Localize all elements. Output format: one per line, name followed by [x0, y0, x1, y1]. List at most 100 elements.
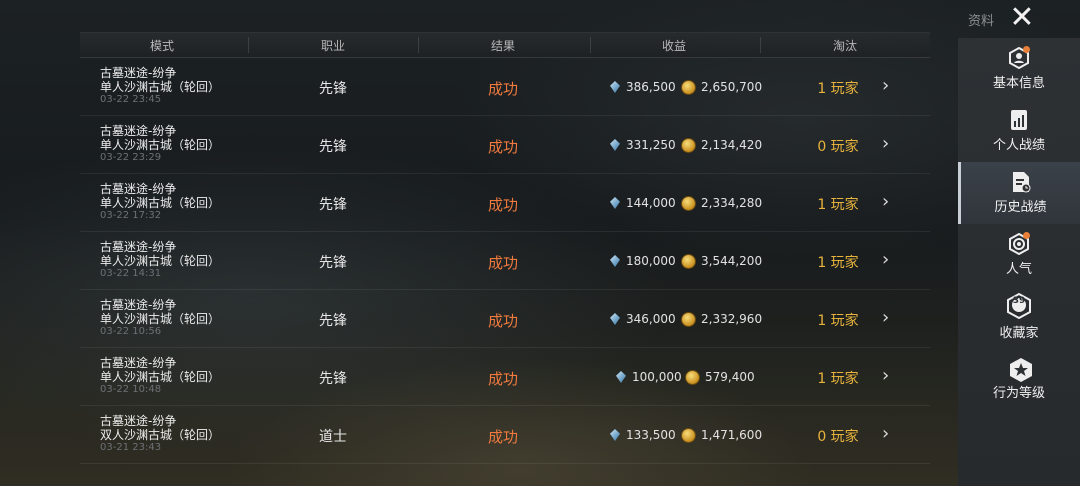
chevron-right-icon[interactable]: ›	[882, 367, 902, 387]
job-cell: 先锋	[319, 313, 347, 329]
gem-icon	[610, 255, 620, 267]
col-earnings: 收益	[661, 39, 687, 53]
sidebar: 基本信息个人战绩 历史战绩人气 39 收藏家行为等级	[958, 38, 1080, 486]
table-row[interactable]: 古墓迷途-纷争 单人沙渊古城（轮回） 03-22 14:31 先锋 成功 180…	[80, 232, 930, 290]
notification-dot	[1023, 232, 1030, 239]
match-time: 03-22 14:31	[100, 268, 162, 279]
mode-name: 古墓迷途-纷争	[100, 182, 177, 196]
eliminations-cell: 1 玩家	[817, 197, 859, 213]
mode-map: 单人沙渊古城（轮回）	[100, 254, 221, 268]
mode-cell: 古墓迷途-纷争 单人沙渊古城（轮回） 03-22 10:56	[100, 298, 220, 338]
gem-icon	[610, 313, 620, 325]
sidebar-item-4[interactable]: 39 收藏家	[958, 286, 1080, 348]
job-cell: 先锋	[319, 81, 347, 97]
match-time: 03-22 10:48	[100, 384, 162, 395]
result-cell: 成功	[487, 370, 519, 388]
mode-cell: 古墓迷途-纷争 单人沙渊古城（轮回） 03-22 10:48	[100, 356, 220, 396]
coin-earnings: 2,650,700	[682, 80, 762, 94]
result-cell: 成功	[487, 254, 519, 272]
sidebar-item-2[interactable]: 历史战绩	[958, 162, 1080, 224]
gem-value: 133,500	[626, 428, 676, 442]
table-row[interactable]: 古墓迷途-纷争 单人沙渊古城（轮回） 03-22 23:45 先锋 成功 386…	[80, 58, 930, 116]
history-doc-icon	[1010, 171, 1032, 193]
match-time: 03-21 23:43	[100, 442, 162, 453]
mode-name: 古墓迷途-纷争	[100, 356, 177, 370]
history-table: 模式 职业 结果 收益 淘汰 古墓迷途-纷争 单人沙渊古城（轮回） 03-22 …	[80, 32, 930, 486]
sidebar-item-label: 人气	[1005, 262, 1032, 277]
match-time: 03-22 17:32	[100, 210, 162, 221]
table-row[interactable]: 古墓迷途-纷争 单人沙渊古城（轮回） 03-22 17:32 先锋 成功 144…	[80, 174, 930, 232]
chevron-right-icon[interactable]: ›	[882, 309, 902, 329]
chevron-right-icon[interactable]: ›	[882, 425, 902, 445]
table-row[interactable]: 古墓迷途-纷争 单人沙渊古城（轮回） 03-22 10:48 先锋 成功 100…	[80, 348, 930, 406]
sidebar-item-label: 收藏家	[999, 326, 1039, 341]
job-cell: 道士	[319, 429, 347, 445]
mode-map: 单人沙渊古城（轮回）	[100, 80, 221, 94]
coin-value: 2,334,280	[701, 196, 763, 210]
job-cell: 先锋	[319, 139, 347, 155]
sidebar-item-3[interactable]: 人气	[958, 224, 1080, 286]
coin-value: 3,544,200	[701, 254, 763, 268]
close-button[interactable]: ✕	[1004, 2, 1040, 36]
mode-cell: 古墓迷途-纷争 双人沙渊古城（轮回） 03-21 23:43	[100, 414, 220, 454]
table-row[interactable]: 古墓迷途-纷争 双人沙渊古城（轮回） 03-21 23:43 道士 成功 133…	[80, 406, 930, 464]
mode-map: 单人沙渊古城（轮回）	[100, 196, 221, 210]
profile-label: 资料	[968, 14, 995, 29]
sidebar-item-label: 基本信息	[992, 76, 1045, 91]
eliminations-cell: 0 玩家	[817, 429, 859, 445]
coin-earnings: 1,471,600	[682, 428, 762, 442]
coin-value: 2,134,420	[701, 138, 763, 152]
mode-map: 单人沙渊古城（轮回）	[100, 370, 221, 384]
mode-name: 古墓迷途-纷争	[100, 298, 177, 312]
coin-earnings: 2,334,280	[682, 196, 762, 210]
coin-icon	[682, 428, 695, 442]
coin-value: 1,471,600	[701, 428, 763, 442]
header-divider	[590, 37, 591, 53]
match-time: 03-22 23:45	[100, 94, 162, 105]
gem-icon	[610, 429, 620, 441]
eliminations-cell: 1 玩家	[817, 313, 859, 329]
gem-icon	[610, 197, 620, 209]
table-row[interactable]: 古墓迷途-纷争 单人沙渊古城（轮回） 03-22 10:56 先锋 成功 346…	[80, 290, 930, 348]
chevron-right-icon[interactable]: ›	[882, 251, 902, 271]
gem-earnings: 386,500	[610, 80, 676, 94]
sidebar-item-label: 行为等级	[992, 386, 1045, 401]
table-row[interactable]: 古墓迷途-纷争 单人沙渊古城（轮回） 03-22 23:29 先锋 成功 331…	[80, 116, 930, 174]
collector-badge-icon: 39	[1006, 292, 1032, 320]
gem-earnings: 100,000	[616, 370, 682, 384]
coin-earnings: 2,134,420	[682, 138, 762, 152]
notification-dot	[1023, 46, 1030, 53]
mode-cell: 古墓迷途-纷争 单人沙渊古城（轮回） 03-22 23:45	[100, 66, 220, 106]
gem-value: 180,000	[626, 254, 676, 268]
job-cell: 先锋	[319, 197, 347, 213]
sidebar-item-0[interactable]: 基本信息	[958, 38, 1080, 100]
sidebar-item-5[interactable]: 行为等级	[958, 348, 1080, 410]
gem-value: 331,250	[626, 138, 676, 152]
stats-doc-icon	[1008, 109, 1030, 131]
gem-value: 346,000	[626, 312, 676, 326]
col-result: 结果	[490, 39, 516, 53]
table-header: 模式 职业 结果 收益 淘汰	[80, 32, 930, 58]
chevron-right-icon[interactable]: ›	[882, 193, 902, 213]
match-time: 03-22 10:56	[100, 326, 162, 337]
eliminations-cell: 1 玩家	[817, 371, 859, 387]
chevron-right-icon[interactable]: ›	[882, 135, 902, 155]
gem-earnings: 144,000	[610, 196, 676, 210]
sidebar-item-1[interactable]: 个人战绩	[958, 100, 1080, 162]
result-cell: 成功	[487, 80, 519, 98]
mode-map: 单人沙渊古城（轮回）	[100, 138, 221, 152]
mode-cell: 古墓迷途-纷争 单人沙渊古城（轮回） 03-22 23:29	[100, 124, 220, 164]
mode-map: 双人沙渊古城（轮回）	[100, 428, 221, 442]
chevron-right-icon[interactable]: ›	[882, 77, 902, 97]
mode-map: 单人沙渊古城（轮回）	[100, 312, 221, 326]
coin-earnings: 3,544,200	[682, 254, 762, 268]
result-cell: 成功	[487, 196, 519, 214]
gem-icon	[610, 81, 620, 93]
mode-cell: 古墓迷途-纷争 单人沙渊古城（轮回） 03-22 17:32	[100, 182, 220, 222]
header-divider	[248, 37, 249, 53]
coin-icon	[682, 254, 695, 268]
gem-value: 100,000	[632, 370, 682, 384]
col-job: 职业	[320, 39, 346, 53]
gem-earnings: 346,000	[610, 312, 676, 326]
header-divider	[760, 37, 761, 53]
